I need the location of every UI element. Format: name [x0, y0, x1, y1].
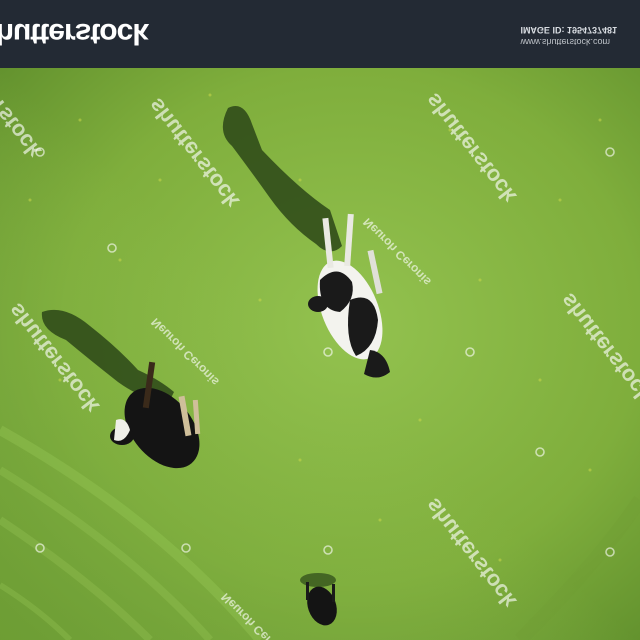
site-url: www.shutterstock.com: [520, 37, 610, 47]
stock-photo-frame: shutterstock www.shutterstock.com IMAGE …: [0, 0, 640, 640]
image-id: IMAGE ID: 1954737481: [520, 25, 617, 35]
shutterstock-logo: shutterstock: [0, 17, 148, 50]
image-meta: www.shutterstock.com IMAGE ID: 195473748…: [520, 24, 617, 48]
watermark-header-bar: shutterstock www.shutterstock.com IMAGE …: [0, 0, 640, 68]
aerial-cow-pasture-photo: [0, 68, 640, 640]
